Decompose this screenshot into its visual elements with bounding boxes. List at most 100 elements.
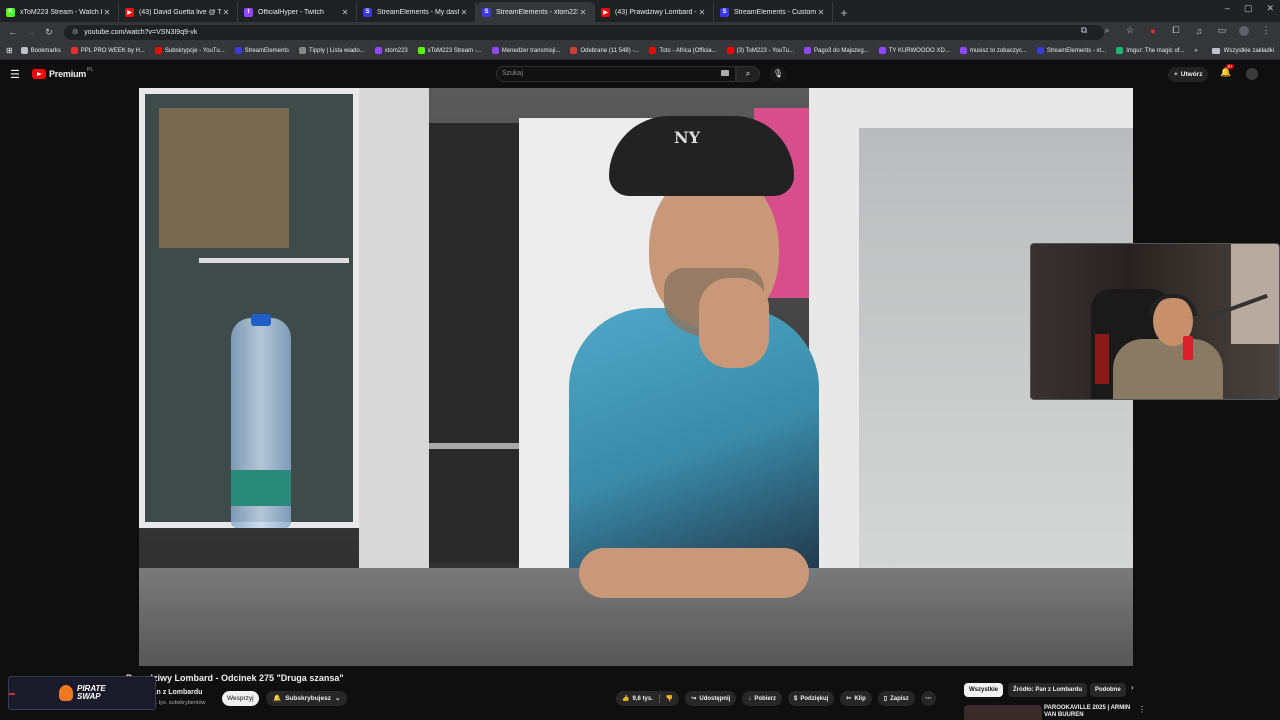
bookmark-label: Imgur: The magic of... xyxy=(1126,47,1185,54)
bookmark-label: Tipply | Lista wiado... xyxy=(309,47,365,54)
video-person-hand xyxy=(699,278,769,368)
share-button[interactable]: ↪ Udostępnij xyxy=(685,691,737,706)
bookmark-item[interactable]: PPL PRO WEEK by H... xyxy=(70,47,145,54)
browser-tab[interactable]: t OfficialHyper - Twitch ✕ xyxy=(238,2,357,22)
browser-tab[interactable]: S StreamElements - My dashboa✕ xyxy=(357,2,476,22)
support-button[interactable]: Wesprzyj xyxy=(222,691,259,706)
url-text: youtube.com/watch?v=VSN3I9q9-vk xyxy=(84,28,198,36)
chip-source[interactable]: Źródło: Pan z Lombardu xyxy=(1008,683,1087,697)
like-count: 9,6 tys. xyxy=(632,695,653,702)
extension-opera-icon[interactable]: ● xyxy=(1147,26,1159,36)
notifications-bell-icon[interactable]: 🔔 9+ xyxy=(1220,64,1235,78)
recommendation-more-icon[interactable]: ⋮ xyxy=(1138,705,1146,714)
bookmark-item[interactable]: Menedżer transmisji... xyxy=(491,47,560,54)
clip-button[interactable]: ✂ Klip xyxy=(840,691,872,706)
pirate-skull-icon xyxy=(59,685,73,701)
tab-close-icon[interactable]: ✕ xyxy=(816,8,826,17)
bookmark-label: TY KURWOOOO XD... xyxy=(888,47,950,54)
thumbs-down-icon[interactable]: 👎 xyxy=(666,695,673,702)
subscribed-button[interactable]: 🔔 Subskrybujesz ⌄ xyxy=(266,691,348,706)
bookmark-item[interactable]: (3) ToM223 - YouTu... xyxy=(726,47,794,54)
tab-close-icon[interactable]: ✕ xyxy=(578,8,588,17)
forward-button[interactable]: → xyxy=(22,27,40,37)
bookmark-favicon-icon xyxy=(374,47,382,54)
install-app-icon[interactable]: ⧉ xyxy=(1078,25,1090,36)
bookmark-item[interactable]: Bookmarks xyxy=(20,47,61,54)
chip-similar[interactable]: Podobne xyxy=(1090,683,1126,697)
browser-tab[interactable]: ▶ (43) David Guetta live @ Tomo✕ xyxy=(119,2,238,22)
recommendation-title[interactable]: PAROOKAVILLE 2025 | ARMIN VAN BUUREN xyxy=(1044,705,1134,719)
bookmark-star-icon[interactable]: ☆ xyxy=(1124,25,1136,36)
search-button[interactable]: ⌕ xyxy=(736,66,760,82)
tab-favicon-icon: S xyxy=(720,7,729,17)
youtube-logo[interactable]: Premium PL xyxy=(32,67,93,79)
video-player[interactable]: NY xyxy=(139,88,1133,666)
bookmark-item[interactable]: musisz to zobaczyc... xyxy=(959,47,1027,54)
bookmark-item[interactable]: TY KURWOOOO XD... xyxy=(878,47,950,54)
chrome-menu-icon[interactable]: ⋮ xyxy=(1260,25,1272,36)
bookmark-item[interactable]: Pago3 do Majszeg... xyxy=(804,47,869,54)
zoom-icon[interactable]: ⌕ xyxy=(1101,25,1113,36)
tab-close-icon[interactable]: ✕ xyxy=(340,8,350,17)
address-bar[interactable]: ⚙ youtube.com/watch?v=VSN3I9q9-vk xyxy=(64,24,1104,40)
chips-next-chevron-icon[interactable]: › xyxy=(1131,683,1134,692)
save-label: Zapisz xyxy=(890,695,909,702)
window-controls: – ▢ ✕ xyxy=(1225,3,1274,14)
download-button[interactable]: ↓ Pobierz xyxy=(742,691,783,706)
bookmark-item[interactable]: Tipply | Lista wiado... xyxy=(299,47,365,54)
bookmark-item[interactable]: Toto - Africa (Officia... xyxy=(649,47,717,54)
bookmark-item[interactable]: StreamElements - xt... xyxy=(1036,47,1107,54)
tab-close-icon[interactable]: ✕ xyxy=(459,8,469,17)
bookmark-item[interactable]: xtom223 xyxy=(374,47,408,54)
bookmark-item[interactable]: Odebrane (11 548) -... xyxy=(570,47,639,54)
hamburger-menu-icon[interactable]: ☰ xyxy=(10,68,24,81)
browser-tab[interactable]: S StreamElements - Custom com✕ xyxy=(714,2,833,22)
download-icon: ↓ xyxy=(748,695,752,702)
browser-tab[interactable]: S StreamElements - xtom223 ✕ xyxy=(476,2,595,22)
thanks-button[interactable]: $ Podziękuj xyxy=(788,691,835,706)
tab-title: OfficialHyper - Twitch xyxy=(258,8,324,16)
bookmark-favicon-icon xyxy=(649,47,657,54)
site-info-icon[interactable]: ⚙ xyxy=(72,28,78,36)
create-button[interactable]: + Utwórz xyxy=(1168,67,1209,82)
apps-icon[interactable]: ⊞ xyxy=(6,46,13,55)
bookmark-item[interactable]: StreamElements xyxy=(234,47,289,54)
bookmark-item[interactable]: Subskrypcje - YouTu... xyxy=(154,47,225,54)
account-avatar[interactable] xyxy=(1246,68,1258,80)
bookmark-label: StreamElements - xt... xyxy=(1046,47,1107,54)
video-person-arm xyxy=(579,548,809,598)
close-window-button[interactable]: ✕ xyxy=(1266,3,1274,14)
all-bookmarks-link[interactable]: Wszystkie zakładki xyxy=(1224,48,1274,54)
maximize-button[interactable]: ▢ xyxy=(1244,3,1253,14)
tab-close-icon[interactable]: ✕ xyxy=(102,8,112,17)
browser-tabstrip: KxToM223 Stream - Watch Live o✕▶(43) Dav… xyxy=(0,0,1280,22)
search-input[interactable]: Szukaj xyxy=(496,66,736,82)
more-actions-button[interactable]: ⋯ xyxy=(920,691,936,706)
bookmark-item[interactable]: Imgur: The magic of... xyxy=(1116,47,1184,54)
downloads-icon[interactable]: ▭ xyxy=(1216,25,1228,36)
voice-search-icon[interactable]: 🎙 xyxy=(770,66,786,82)
profile-avatar[interactable] xyxy=(1239,25,1249,36)
save-button[interactable]: ▯ Zapisz xyxy=(877,691,915,706)
bookmark-label: Toto - Africa (Officia... xyxy=(659,47,717,54)
browser-tab[interactable]: ▶ (43) Prawdziwy Lombard - ✕ xyxy=(595,2,714,22)
new-tab-button[interactable]: + xyxy=(835,4,853,22)
tab-close-icon[interactable]: ✕ xyxy=(697,8,707,17)
back-button[interactable]: ← xyxy=(4,27,22,37)
share-label: Udostępnij xyxy=(699,695,731,702)
channel-name[interactable]: Pan z Lombardu xyxy=(148,689,202,696)
browser-tab[interactable]: KxToM223 Stream - Watch Live o✕ xyxy=(0,2,119,22)
tab-close-icon[interactable]: ✕ xyxy=(221,8,231,17)
extensions-icon[interactable]: ⧠ xyxy=(1170,25,1182,36)
browser-toolbar: ← → ↻ ⚙ youtube.com/watch?v=VSN3I9q9-vk … xyxy=(0,22,1280,42)
keyboard-icon[interactable] xyxy=(721,70,729,76)
media-controls-icon[interactable]: ♫ xyxy=(1193,26,1205,36)
bookmark-item[interactable]: xToM223 Stream -... xyxy=(417,47,482,54)
chip-all[interactable]: Wszystkie xyxy=(964,683,1004,697)
reload-button[interactable]: ↻ xyxy=(40,27,58,38)
minimize-button[interactable]: – xyxy=(1225,3,1230,14)
recommendation-thumbnail[interactable] xyxy=(964,705,1042,720)
video-box xyxy=(159,108,289,248)
bookmarks-overflow-button[interactable]: » xyxy=(1194,48,1197,54)
like-button[interactable]: 👍 9,6 tys. 👎 xyxy=(616,691,680,706)
